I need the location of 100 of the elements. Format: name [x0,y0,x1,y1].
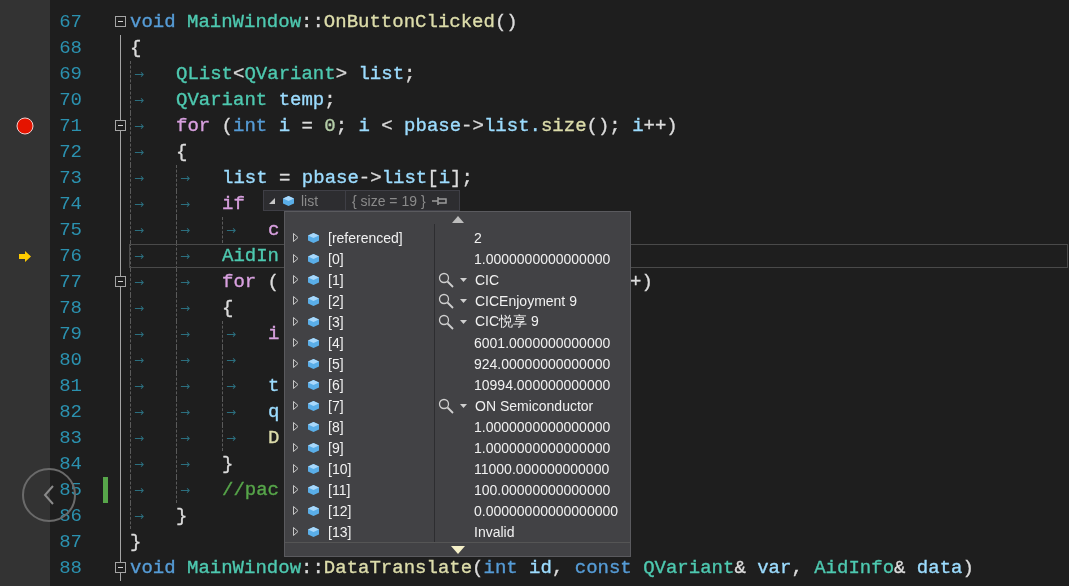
code-text: , [791,556,804,581]
pin-icon[interactable] [431,195,448,206]
code-text: > [335,62,349,87]
item-name: [9] [328,439,344,456]
code-text: :: [301,10,324,35]
variable-icon [282,194,295,207]
line-number: 75 [58,218,82,243]
caret-icon [460,403,467,408]
tab-marker: → [134,249,145,263]
visualizer-button[interactable] [438,292,467,309]
code-text: void [130,556,177,581]
scroll-down-icon[interactable] [450,546,465,554]
variable-icon [307,378,320,391]
item-name: [10] [328,460,352,477]
expand-icon[interactable] [268,196,276,205]
collapse-icon[interactable] [115,16,126,27]
expand-icon[interactable] [293,485,299,494]
code-text: ++) [643,114,678,139]
code-text: } [176,504,188,529]
line-number: 81 [58,374,82,399]
variable-icon [307,273,320,286]
line-number: 74 [58,192,82,217]
scroll-up-icon[interactable] [451,216,464,223]
line-number: 79 [58,322,82,347]
expand-icon[interactable] [293,233,299,242]
line-number: 67 [58,10,82,35]
code-text: size [540,114,587,139]
code-text: & [894,556,907,581]
collapse-icon[interactable] [115,562,126,573]
code-text: int [483,556,519,581]
variable-icon [307,294,320,307]
item-name: [12] [328,502,352,519]
expand-icon[interactable] [293,359,299,368]
code-text: i [268,322,280,347]
item-value: 11000.000000000000 [474,460,610,477]
code-text: AidInfo [814,556,895,581]
code-text: i [632,114,644,139]
expand-icon[interactable] [293,401,299,410]
code-text: [ [427,166,439,191]
tab-marker: → [134,93,145,107]
item-value: 1.0000000000000000 [474,250,611,267]
expand-icon[interactable] [293,422,299,431]
collapse-icon[interactable] [115,276,126,287]
breakpoint-icon[interactable] [16,117,34,135]
code-text: q [268,400,280,425]
expand-icon[interactable] [293,296,299,305]
code-text: t [268,374,280,399]
code-text: pbase [301,166,359,191]
tab-marker: → [134,171,145,185]
collapse-icon[interactable] [115,120,126,131]
line-number: 76 [58,244,82,269]
variable-icon [307,231,320,244]
code-text: ; [335,114,349,139]
tab-marker: → [134,327,145,341]
code-text: AidIn [222,244,279,269]
code-text: MainWindow [187,10,302,35]
expand-icon[interactable] [293,338,299,347]
code-text: QList [176,62,233,87]
code-text: list. [483,114,541,139]
item-value: 0.00000000000000000 [474,502,619,519]
item-value: 10994.000000000000 [474,376,611,393]
variable-icon [307,252,320,265]
line-number: 78 [58,296,82,321]
code-text: i [278,114,291,139]
code-text: QVariant [176,88,269,113]
search-icon [438,397,454,414]
variable-icon [307,504,320,517]
tab-marker: → [134,457,145,471]
item-name: [11] [328,481,351,498]
variable-icon [307,336,320,349]
item-value: 1.0000000000000000 [474,439,611,456]
item-value: CIC [475,271,500,288]
search-icon [438,313,454,330]
expand-icon[interactable] [293,380,299,389]
tab-marker: → [134,431,145,445]
line-number: 87 [58,530,82,555]
expand-icon[interactable] [293,317,299,326]
line-number: 83 [58,426,82,451]
code-text: ) [962,556,974,581]
visualizer-button[interactable] [438,271,467,288]
tab-marker: → [226,431,237,445]
item-value: 1.0000000000000000 [474,418,611,435]
visualizer-button[interactable] [438,313,467,330]
expand-icon[interactable] [293,527,299,536]
item-value: ON Semiconductor [475,397,594,414]
tab-marker: → [134,119,145,133]
item-value: Invalid [474,523,515,540]
code-text: ( [472,556,484,581]
variable-name: list [301,192,320,209]
variable-icon [307,399,320,412]
expand-icon[interactable] [293,464,299,473]
variable-icon [307,357,320,370]
expand-icon[interactable] [293,254,299,263]
expand-icon[interactable] [293,443,299,452]
expand-icon[interactable] [293,275,299,284]
code-text: ; [404,62,416,87]
code-text: (); [586,114,622,139]
expand-icon[interactable] [293,506,299,515]
code-text: i [438,166,451,191]
visualizer-button[interactable] [438,397,467,414]
